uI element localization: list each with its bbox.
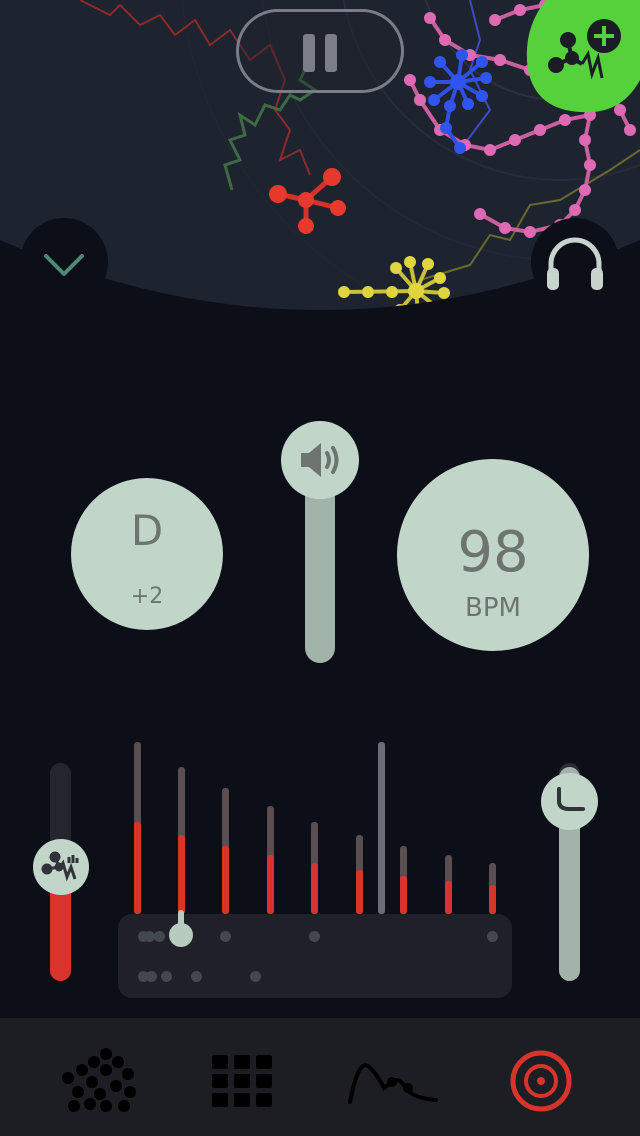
- tab-grid[interactable]: [192, 1030, 302, 1130]
- key-note: D: [130, 506, 164, 555]
- pause-button[interactable]: [236, 9, 404, 93]
- target-icon: [510, 1050, 572, 1112]
- grid-icon: [212, 1055, 272, 1107]
- note-dot: [487, 931, 498, 942]
- speaker-icon: [301, 443, 339, 477]
- envelope-handle[interactable]: [541, 773, 598, 830]
- note-dot: [161, 971, 172, 982]
- molecule-canvas[interactable]: [0, 0, 640, 330]
- note-dot: [191, 971, 202, 982]
- note-dot: [309, 931, 320, 942]
- note-dot: [250, 971, 261, 982]
- tab-molecules[interactable]: [44, 1030, 154, 1130]
- headphones-button[interactable]: [531, 218, 619, 306]
- key-offset: +2: [130, 584, 164, 609]
- molecule-wave-icon: [41, 851, 79, 882]
- sequencer-handle[interactable]: [169, 923, 193, 947]
- molecule-intensity-handle[interactable]: [33, 839, 89, 895]
- tab-record[interactable]: [486, 1030, 596, 1130]
- key-knob[interactable]: D +2: [71, 478, 223, 630]
- pause-icon: [303, 34, 315, 72]
- curve-icon: [348, 1063, 438, 1104]
- volume-handle[interactable]: [281, 421, 359, 499]
- tempo-unit: BPM: [465, 593, 521, 623]
- tempo-knob[interactable]: 98 BPM: [397, 459, 589, 651]
- tempo-value: 98: [457, 520, 529, 585]
- tab-curve[interactable]: [340, 1030, 450, 1130]
- collapse-button[interactable]: [20, 218, 108, 306]
- note-dot: [146, 971, 157, 982]
- molecule-cluster-icon: [62, 1048, 136, 1112]
- chevron-down-icon: [44, 254, 84, 276]
- playhead-bar: [378, 742, 385, 914]
- headphones-icon: [547, 237, 603, 290]
- note-dot: [220, 931, 231, 942]
- envelope-curve-icon: [557, 787, 585, 811]
- add-molecule-button[interactable]: [526, 0, 640, 115]
- note-dot: [154, 931, 165, 942]
